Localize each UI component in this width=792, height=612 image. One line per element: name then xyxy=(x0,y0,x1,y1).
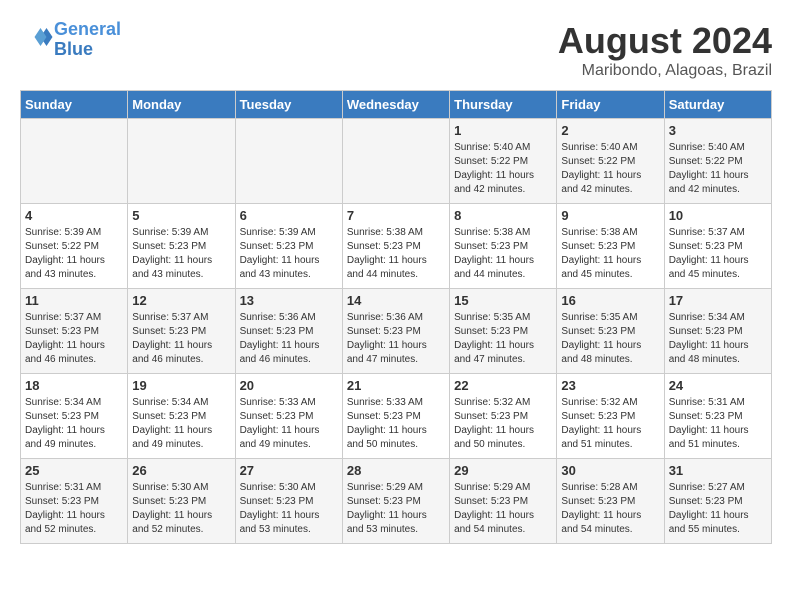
header-wednesday: Wednesday xyxy=(342,91,449,119)
main-title: August 2024 xyxy=(558,20,772,62)
list-item: 11 Sunrise: 5:37 AM Sunset: 5:23 PM Dayl… xyxy=(21,289,128,374)
list-item: 23 Sunrise: 5:32 AM Sunset: 5:23 PM Dayl… xyxy=(557,374,664,459)
list-item: 5 Sunrise: 5:39 AM Sunset: 5:23 PM Dayli… xyxy=(128,204,235,289)
list-item: 19 Sunrise: 5:34 AM Sunset: 5:23 PM Dayl… xyxy=(128,374,235,459)
list-item: 8 Sunrise: 5:38 AM Sunset: 5:23 PM Dayli… xyxy=(450,204,557,289)
list-item: 17 Sunrise: 5:34 AM Sunset: 5:23 PM Dayl… xyxy=(664,289,771,374)
weekday-header-row: Sunday Monday Tuesday Wednesday Thursday… xyxy=(21,91,772,119)
page-header: General Blue August 2024 Maribondo, Alag… xyxy=(20,20,772,80)
empty-cell xyxy=(128,119,235,204)
list-item: 12 Sunrise: 5:37 AM Sunset: 5:23 PM Dayl… xyxy=(128,289,235,374)
header-tuesday: Tuesday xyxy=(235,91,342,119)
logo-icon xyxy=(24,22,54,52)
table-row: 18 Sunrise: 5:34 AM Sunset: 5:23 PM Dayl… xyxy=(21,374,772,459)
empty-cell xyxy=(235,119,342,204)
list-item: 13 Sunrise: 5:36 AM Sunset: 5:23 PM Dayl… xyxy=(235,289,342,374)
title-block: August 2024 Maribondo, Alagoas, Brazil xyxy=(558,20,772,80)
table-row: 25 Sunrise: 5:31 AM Sunset: 5:23 PM Dayl… xyxy=(21,459,772,544)
list-item: 25 Sunrise: 5:31 AM Sunset: 5:23 PM Dayl… xyxy=(21,459,128,544)
header-sunday: Sunday xyxy=(21,91,128,119)
list-item: 28 Sunrise: 5:29 AM Sunset: 5:23 PM Dayl… xyxy=(342,459,449,544)
list-item: 27 Sunrise: 5:30 AM Sunset: 5:23 PM Dayl… xyxy=(235,459,342,544)
empty-cell xyxy=(21,119,128,204)
list-item: 14 Sunrise: 5:36 AM Sunset: 5:23 PM Dayl… xyxy=(342,289,449,374)
calendar-table: Sunday Monday Tuesday Wednesday Thursday… xyxy=(20,90,772,544)
subtitle: Maribondo, Alagoas, Brazil xyxy=(558,62,772,80)
logo: General Blue xyxy=(20,20,121,60)
list-item: 15 Sunrise: 5:35 AM Sunset: 5:23 PM Dayl… xyxy=(450,289,557,374)
list-item: 2 Sunrise: 5:40 AM Sunset: 5:22 PM Dayli… xyxy=(557,119,664,204)
list-item: 6 Sunrise: 5:39 AM Sunset: 5:23 PM Dayli… xyxy=(235,204,342,289)
list-item: 31 Sunrise: 5:27 AM Sunset: 5:23 PM Dayl… xyxy=(664,459,771,544)
header-saturday: Saturday xyxy=(664,91,771,119)
list-item: 3 Sunrise: 5:40 AM Sunset: 5:22 PM Dayli… xyxy=(664,119,771,204)
empty-cell xyxy=(342,119,449,204)
header-friday: Friday xyxy=(557,91,664,119)
list-item: 29 Sunrise: 5:29 AM Sunset: 5:23 PM Dayl… xyxy=(450,459,557,544)
list-item: 20 Sunrise: 5:33 AM Sunset: 5:23 PM Dayl… xyxy=(235,374,342,459)
list-item: 10 Sunrise: 5:37 AM Sunset: 5:23 PM Dayl… xyxy=(664,204,771,289)
list-item: 18 Sunrise: 5:34 AM Sunset: 5:23 PM Dayl… xyxy=(21,374,128,459)
list-item: 16 Sunrise: 5:35 AM Sunset: 5:23 PM Dayl… xyxy=(557,289,664,374)
list-item: 4 Sunrise: 5:39 AM Sunset: 5:22 PM Dayli… xyxy=(21,204,128,289)
table-row: 1 Sunrise: 5:40 AM Sunset: 5:22 PM Dayli… xyxy=(21,119,772,204)
header-thursday: Thursday xyxy=(450,91,557,119)
list-item: 30 Sunrise: 5:28 AM Sunset: 5:23 PM Dayl… xyxy=(557,459,664,544)
list-item: 22 Sunrise: 5:32 AM Sunset: 5:23 PM Dayl… xyxy=(450,374,557,459)
list-item: 21 Sunrise: 5:33 AM Sunset: 5:23 PM Dayl… xyxy=(342,374,449,459)
list-item: 24 Sunrise: 5:31 AM Sunset: 5:23 PM Dayl… xyxy=(664,374,771,459)
list-item: 7 Sunrise: 5:38 AM Sunset: 5:23 PM Dayli… xyxy=(342,204,449,289)
logo-text: General Blue xyxy=(54,20,121,60)
list-item: 9 Sunrise: 5:38 AM Sunset: 5:23 PM Dayli… xyxy=(557,204,664,289)
table-row: 4 Sunrise: 5:39 AM Sunset: 5:22 PM Dayli… xyxy=(21,204,772,289)
list-item: 1 Sunrise: 5:40 AM Sunset: 5:22 PM Dayli… xyxy=(450,119,557,204)
table-row: 11 Sunrise: 5:37 AM Sunset: 5:23 PM Dayl… xyxy=(21,289,772,374)
list-item: 26 Sunrise: 5:30 AM Sunset: 5:23 PM Dayl… xyxy=(128,459,235,544)
calendar-header: Sunday Monday Tuesday Wednesday Thursday… xyxy=(21,91,772,119)
calendar-body: 1 Sunrise: 5:40 AM Sunset: 5:22 PM Dayli… xyxy=(21,119,772,544)
header-monday: Monday xyxy=(128,91,235,119)
